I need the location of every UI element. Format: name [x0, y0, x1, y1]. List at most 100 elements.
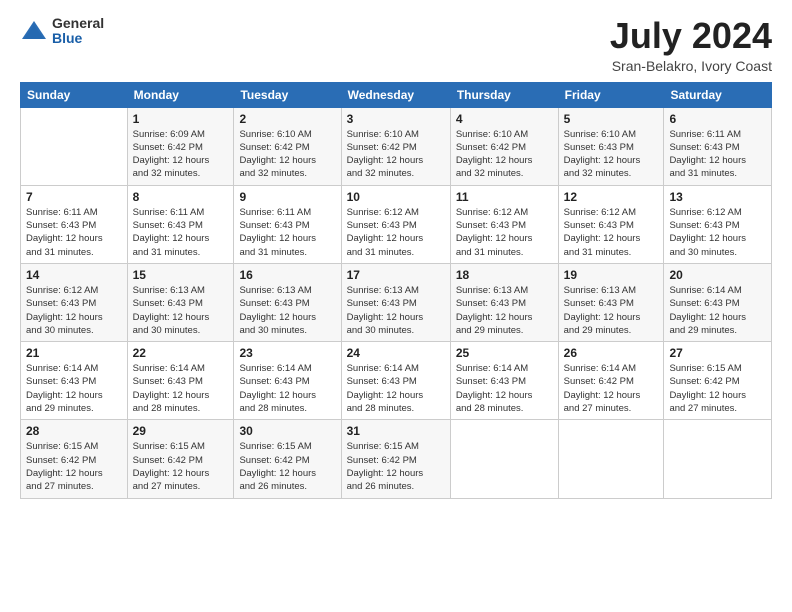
calendar-cell: 24 Sunrise: 6:14 AM Sunset: 6:43 PM Dayli…: [341, 342, 450, 420]
header-thursday: Thursday: [450, 82, 558, 107]
day-info: Sunrise: 6:15 AM Sunset: 6:42 PM Dayligh…: [26, 440, 122, 493]
calendar-cell: [21, 107, 128, 185]
calendar-week-row: 21 Sunrise: 6:14 AM Sunset: 6:43 PM Dayli…: [21, 342, 772, 420]
day-number: 12: [564, 190, 659, 204]
day-number: 15: [133, 268, 229, 282]
day-number: 14: [26, 268, 122, 282]
day-number: 26: [564, 346, 659, 360]
day-info: Sunrise: 6:14 AM Sunset: 6:43 PM Dayligh…: [239, 362, 335, 415]
day-info: Sunrise: 6:12 AM Sunset: 6:43 PM Dayligh…: [347, 206, 445, 259]
calendar-cell: 5 Sunrise: 6:10 AM Sunset: 6:43 PM Daylig…: [558, 107, 664, 185]
calendar-cell: 3 Sunrise: 6:10 AM Sunset: 6:42 PM Daylig…: [341, 107, 450, 185]
month-year-title: July 2024: [610, 16, 772, 56]
location-subtitle: Sran-Belakro, Ivory Coast: [610, 58, 772, 74]
day-info: Sunrise: 6:10 AM Sunset: 6:42 PM Dayligh…: [239, 128, 335, 181]
day-number: 3: [347, 112, 445, 126]
calendar-cell: 19 Sunrise: 6:13 AM Sunset: 6:43 PM Dayli…: [558, 263, 664, 341]
day-info: Sunrise: 6:13 AM Sunset: 6:43 PM Dayligh…: [456, 284, 553, 337]
day-info: Sunrise: 6:15 AM Sunset: 6:42 PM Dayligh…: [669, 362, 766, 415]
calendar-body: 1 Sunrise: 6:09 AM Sunset: 6:42 PM Daylig…: [21, 107, 772, 498]
header-saturday: Saturday: [664, 82, 772, 107]
calendar-cell: 21 Sunrise: 6:14 AM Sunset: 6:43 PM Dayli…: [21, 342, 128, 420]
logo-icon: [20, 17, 48, 45]
day-number: 23: [239, 346, 335, 360]
day-number: 21: [26, 346, 122, 360]
day-number: 6: [669, 112, 766, 126]
day-info: Sunrise: 6:14 AM Sunset: 6:42 PM Dayligh…: [564, 362, 659, 415]
calendar-cell: 20Sunrise: 6:14 AM Sunset: 6:43 PM Dayli…: [664, 263, 772, 341]
calendar-cell: 2Sunrise: 6:10 AM Sunset: 6:42 PM Daylig…: [234, 107, 341, 185]
calendar-cell: 27 Sunrise: 6:15 AM Sunset: 6:42 PM Dayli…: [664, 342, 772, 420]
day-info: Sunrise: 6:15 AM Sunset: 6:42 PM Dayligh…: [347, 440, 445, 493]
calendar-cell: 8 Sunrise: 6:11 AM Sunset: 6:43 PM Daylig…: [127, 185, 234, 263]
calendar-table: Sunday Monday Tuesday Wednesday Thursday…: [20, 82, 772, 499]
calendar-cell: 16Sunrise: 6:13 AM Sunset: 6:43 PM Dayli…: [234, 263, 341, 341]
day-number: 19: [564, 268, 659, 282]
logo-text: General Blue: [52, 16, 104, 47]
header-wednesday: Wednesday: [341, 82, 450, 107]
day-info: Sunrise: 6:14 AM Sunset: 6:43 PM Dayligh…: [456, 362, 553, 415]
logo: General Blue: [20, 16, 104, 47]
day-info: Sunrise: 6:12 AM Sunset: 6:43 PM Dayligh…: [456, 206, 553, 259]
calendar-cell: [558, 420, 664, 498]
calendar-cell: 18 Sunrise: 6:13 AM Sunset: 6:43 PM Dayli…: [450, 263, 558, 341]
header: General Blue July 2024 Sran-Belakro, Ivo…: [20, 16, 772, 74]
day-number: 27: [669, 346, 766, 360]
day-number: 13: [669, 190, 766, 204]
day-number: 11: [456, 190, 553, 204]
day-info: Sunrise: 6:14 AM Sunset: 6:43 PM Dayligh…: [133, 362, 229, 415]
day-info: Sunrise: 6:11 AM Sunset: 6:43 PM Dayligh…: [26, 206, 122, 259]
day-info: Sunrise: 6:13 AM Sunset: 6:43 PM Dayligh…: [564, 284, 659, 337]
calendar-cell: [450, 420, 558, 498]
day-number: 24: [347, 346, 445, 360]
day-number: 1: [133, 112, 229, 126]
weekday-header-row: Sunday Monday Tuesday Wednesday Thursday…: [21, 82, 772, 107]
calendar-cell: 31 Sunrise: 6:15 AM Sunset: 6:42 PM Dayli…: [341, 420, 450, 498]
day-info: Sunrise: 6:15 AM Sunset: 6:42 PM Dayligh…: [239, 440, 335, 493]
day-number: 8: [133, 190, 229, 204]
day-info: Sunrise: 6:09 AM Sunset: 6:42 PM Dayligh…: [133, 128, 229, 181]
header-tuesday: Tuesday: [234, 82, 341, 107]
day-info: Sunrise: 6:14 AM Sunset: 6:43 PM Dayligh…: [347, 362, 445, 415]
day-info: Sunrise: 6:15 AM Sunset: 6:42 PM Dayligh…: [133, 440, 229, 493]
calendar-week-row: 14 Sunrise: 6:12 AM Sunset: 6:43 PM Dayli…: [21, 263, 772, 341]
calendar-cell: 10Sunrise: 6:12 AM Sunset: 6:43 PM Dayli…: [341, 185, 450, 263]
day-info: Sunrise: 6:10 AM Sunset: 6:42 PM Dayligh…: [347, 128, 445, 181]
calendar-cell: 1 Sunrise: 6:09 AM Sunset: 6:42 PM Daylig…: [127, 107, 234, 185]
title-block: July 2024 Sran-Belakro, Ivory Coast: [610, 16, 772, 74]
day-number: 31: [347, 424, 445, 438]
day-number: 17: [347, 268, 445, 282]
day-info: Sunrise: 6:14 AM Sunset: 6:43 PM Dayligh…: [26, 362, 122, 415]
day-info: Sunrise: 6:12 AM Sunset: 6:43 PM Dayligh…: [564, 206, 659, 259]
day-number: 20: [669, 268, 766, 282]
day-info: Sunrise: 6:11 AM Sunset: 6:43 PM Dayligh…: [133, 206, 229, 259]
calendar-cell: 28Sunrise: 6:15 AM Sunset: 6:42 PM Dayli…: [21, 420, 128, 498]
header-sunday: Sunday: [21, 82, 128, 107]
calendar-cell: [664, 420, 772, 498]
day-number: 25: [456, 346, 553, 360]
calendar-cell: 6 Sunrise: 6:11 AM Sunset: 6:43 PM Daylig…: [664, 107, 772, 185]
day-number: 29: [133, 424, 229, 438]
calendar-cell: 22 Sunrise: 6:14 AM Sunset: 6:43 PM Dayli…: [127, 342, 234, 420]
day-info: Sunrise: 6:10 AM Sunset: 6:43 PM Dayligh…: [564, 128, 659, 181]
calendar-cell: 17Sunrise: 6:13 AM Sunset: 6:43 PM Dayli…: [341, 263, 450, 341]
day-number: 4: [456, 112, 553, 126]
calendar-cell: 14 Sunrise: 6:12 AM Sunset: 6:43 PM Dayli…: [21, 263, 128, 341]
calendar-cell: 9Sunrise: 6:11 AM Sunset: 6:43 PM Daylig…: [234, 185, 341, 263]
logo-general: General: [52, 16, 104, 31]
day-info: Sunrise: 6:11 AM Sunset: 6:43 PM Dayligh…: [669, 128, 766, 181]
day-number: 9: [239, 190, 335, 204]
calendar-cell: 30Sunrise: 6:15 AM Sunset: 6:42 PM Dayli…: [234, 420, 341, 498]
day-number: 5: [564, 112, 659, 126]
header-friday: Friday: [558, 82, 664, 107]
calendar-cell: 11 Sunrise: 6:12 AM Sunset: 6:43 PM Dayli…: [450, 185, 558, 263]
day-number: 16: [239, 268, 335, 282]
day-number: 22: [133, 346, 229, 360]
day-info: Sunrise: 6:10 AM Sunset: 6:42 PM Dayligh…: [456, 128, 553, 181]
day-info: Sunrise: 6:12 AM Sunset: 6:43 PM Dayligh…: [26, 284, 122, 337]
calendar-cell: 15Sunrise: 6:13 AM Sunset: 6:43 PM Dayli…: [127, 263, 234, 341]
calendar-cell: 23 Sunrise: 6:14 AM Sunset: 6:43 PM Dayli…: [234, 342, 341, 420]
logo-blue: Blue: [52, 31, 104, 46]
day-number: 18: [456, 268, 553, 282]
day-number: 7: [26, 190, 122, 204]
